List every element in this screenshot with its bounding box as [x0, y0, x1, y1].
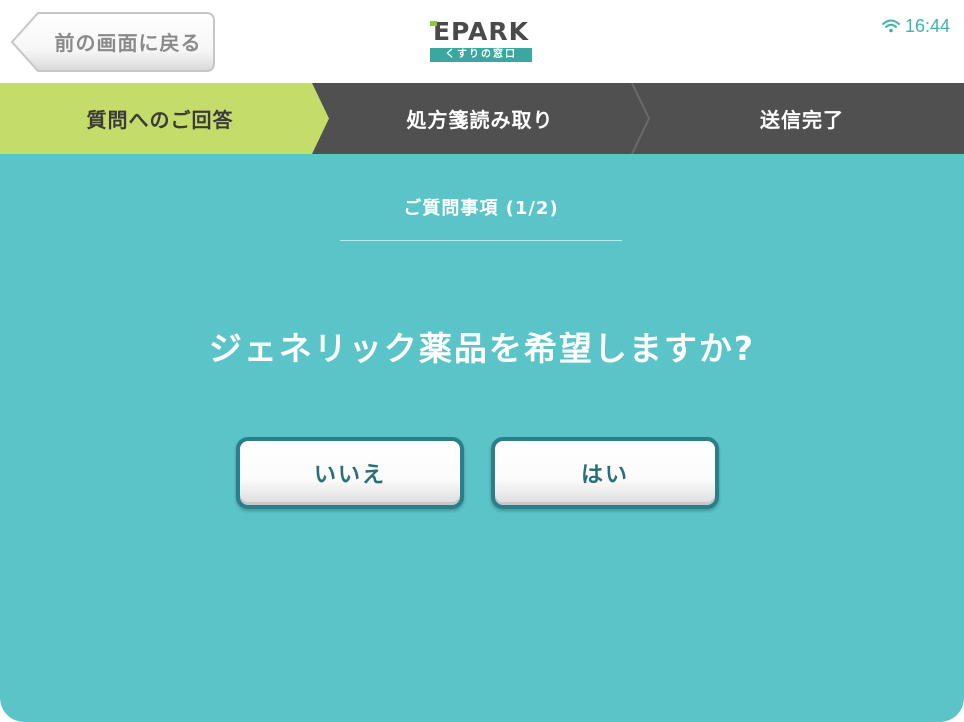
- divider: [340, 240, 622, 241]
- epark-logo: EPARK くすりの窓口: [427, 19, 535, 65]
- answer-yes-button[interactable]: はい: [491, 437, 719, 509]
- progress-steps: 質問へのご回答 処方箋読み取り 送信完了: [0, 83, 964, 154]
- question-text: ジェネリック薬品を希望しますか?: [208, 329, 756, 368]
- back-button[interactable]: 前の画面に戻る: [8, 11, 216, 72]
- logo-accent-mark: [430, 21, 437, 26]
- answer-no-label: いいえ: [313, 463, 386, 488]
- answer-yes-label: はい: [580, 463, 629, 488]
- back-button-label: 前の画面に戻る: [54, 30, 202, 55]
- wifi-icon: [881, 19, 900, 33]
- header: 前の画面に戻る EPARK くすりの窓口 16:44: [0, 0, 964, 83]
- question-panel: ご質問事項 (1/2) ジェネリック薬品を希望しますか? いいえ はい: [0, 154, 964, 722]
- status-bar: 16:44: [881, 15, 950, 37]
- answer-no-button[interactable]: いいえ: [236, 437, 464, 509]
- screen: 前の画面に戻る EPARK くすりの窓口 16:44 質問へのご回答 処方箋読み…: [0, 0, 964, 722]
- logo-wordmark: EPARK: [432, 17, 530, 46]
- question-counter: ご質問事項 (1/2): [403, 198, 559, 219]
- step-answer-questions: 質問へのご回答: [86, 108, 234, 132]
- logo-subtitle: くすりの窓口: [430, 48, 532, 62]
- clock: 16:44: [904, 15, 950, 36]
- step-send-complete: 送信完了: [760, 108, 844, 132]
- step-read-prescription: 処方箋読み取り: [406, 108, 554, 132]
